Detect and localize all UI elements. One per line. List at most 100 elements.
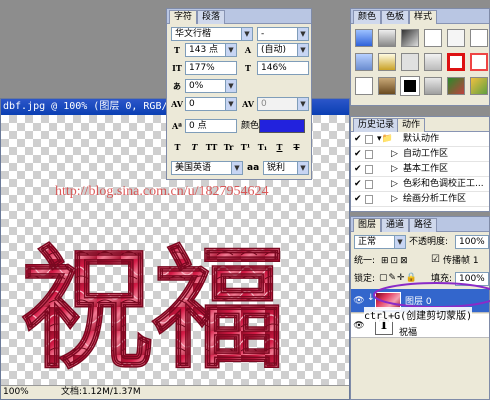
- unify-icons[interactable]: ⊞⊡⊠: [381, 255, 410, 267]
- folder-icon: ▾📁: [377, 134, 393, 144]
- tab-actions[interactable]: 动作: [397, 118, 426, 132]
- action-row[interactable]: ✔ ▷ 色彩和色调校正工...: [351, 178, 489, 192]
- style-swatch[interactable]: [424, 53, 442, 71]
- layer-name[interactable]: 祝福: [399, 325, 417, 338]
- triangle-right-icon: ▷: [391, 164, 398, 174]
- all-caps-button[interactable]: TT: [205, 141, 218, 153]
- styles-panel: 颜色 色板 样式: [350, 8, 490, 106]
- superscript-button[interactable]: T¹: [239, 141, 252, 153]
- chevron-down-icon: ▼: [394, 236, 405, 248]
- subscript-button[interactable]: T₁: [256, 141, 269, 153]
- style-swatch[interactable]: [401, 53, 419, 71]
- tracking-field[interactable]: 0% ▼: [185, 79, 237, 93]
- action-label: 自动工作区: [403, 149, 449, 159]
- action-label: 色彩和色调校正工...: [403, 179, 484, 189]
- actions-tabs: 历史记录 动作: [351, 117, 489, 132]
- dialog-toggle-box: [365, 195, 373, 204]
- chevron-down-icon: ▼: [225, 98, 236, 110]
- checkmark-icon[interactable]: ✔: [354, 133, 362, 146]
- tab-swatches[interactable]: 色板: [381, 10, 410, 24]
- chevron-down-icon: ▼: [231, 162, 242, 174]
- dialog-toggle-box: [365, 135, 373, 144]
- propagate-label: 传播帧 1: [443, 256, 479, 266]
- font-family-select[interactable]: 华文行楷 ▼: [171, 27, 253, 41]
- style-swatch[interactable]: [400, 76, 420, 96]
- action-row[interactable]: ✔ ▷ 基本工作区: [351, 163, 489, 177]
- action-label: 绘画分析工作区: [403, 194, 467, 204]
- tab-layers[interactable]: 图层: [353, 218, 382, 232]
- action-row[interactable]: ✔ ▷ 自动工作区: [351, 148, 489, 162]
- opacity-field[interactable]: 100%: [455, 235, 489, 249]
- chevron-down-icon: ▼: [297, 162, 308, 174]
- character-tabs: 字符 段落: [167, 9, 311, 24]
- font-size-icon: T: [174, 45, 180, 55]
- document-size: 文档:1.12M/1.37M: [61, 387, 141, 397]
- triangle-right-icon: ▷: [391, 179, 398, 189]
- style-swatch[interactable]: [447, 77, 465, 95]
- character-panel: 字符 段落 华文行楷 ▼ - ▼ T 143 点 ▼ A (自动) ▼ IT 177% …: [166, 8, 312, 180]
- style-swatch[interactable]: [447, 53, 465, 71]
- antialias-select[interactable]: 锐利 ▼: [263, 161, 309, 175]
- checkmark-icon[interactable]: ✔: [354, 148, 362, 161]
- kerning-field[interactable]: 0 ▼: [185, 97, 237, 111]
- triangle-right-icon: ▷: [391, 149, 398, 159]
- style-swatch[interactable]: [355, 29, 373, 47]
- chevron-down-icon: ▼: [297, 44, 308, 56]
- style-swatch[interactable]: [355, 77, 373, 95]
- action-set-row[interactable]: ✔ ▾📁 默认动作: [351, 133, 489, 147]
- strikethrough-button[interactable]: T: [290, 141, 303, 153]
- font-style-select[interactable]: - ▼: [257, 27, 309, 41]
- action-label: 基本工作区: [403, 164, 449, 174]
- baseline-shift-field[interactable]: 0 点: [185, 119, 237, 133]
- triangle-right-icon: ▷: [391, 194, 398, 204]
- horizontal-scale-field[interactable]: 146%: [257, 61, 309, 75]
- chevron-down-icon: ▼: [225, 80, 236, 92]
- document-statusbar: 100% 文档:1.12M/1.37M: [1, 385, 349, 399]
- action-row[interactable]: ✔ ▷ 绘画分析工作区: [351, 193, 489, 207]
- baseline-shift-icon: Aª: [171, 121, 183, 131]
- faux-bold-button[interactable]: T: [171, 141, 184, 153]
- dialog-toggle-box: [365, 150, 373, 159]
- tab-character[interactable]: 字符: [169, 10, 198, 24]
- style-swatch[interactable]: [470, 77, 488, 95]
- leading-icon: A: [244, 45, 252, 55]
- underline-button[interactable]: T: [273, 141, 286, 153]
- chevron-down-icon: ▼: [297, 98, 308, 110]
- propagate-checkbox[interactable]: ☑: [431, 254, 440, 266]
- kerning-icon: AV: [171, 99, 183, 109]
- font-size-field[interactable]: 143 点 ▼: [185, 43, 237, 57]
- style-swatch[interactable]: [378, 29, 396, 47]
- style-swatch[interactable]: [378, 77, 396, 95]
- checkmark-icon[interactable]: ✔: [354, 178, 362, 191]
- checkmark-icon[interactable]: ✔: [354, 163, 362, 176]
- tab-styles[interactable]: 样式: [409, 10, 438, 24]
- style-swatch[interactable]: [424, 29, 442, 47]
- opacity-label: 不透明度:: [409, 237, 449, 247]
- style-swatch[interactable]: [424, 77, 442, 95]
- small-caps-button[interactable]: Tr: [222, 141, 235, 153]
- style-swatch[interactable]: [355, 53, 373, 71]
- blend-mode-select[interactable]: 正常 ▼: [354, 235, 406, 249]
- vertical-scale-field[interactable]: 177%: [185, 61, 237, 75]
- tab-paragraph[interactable]: 段落: [197, 10, 226, 24]
- style-swatch[interactable]: [447, 29, 465, 47]
- faux-italic-button[interactable]: T: [188, 141, 201, 153]
- antialias-icon: aa: [247, 163, 260, 173]
- kerning-alt-field[interactable]: 0 ▼: [257, 97, 309, 111]
- style-swatch[interactable]: [378, 53, 396, 71]
- style-swatch[interactable]: [401, 29, 419, 47]
- tab-history[interactable]: 历史记录: [353, 118, 400, 132]
- tab-channels[interactable]: 通道: [381, 218, 410, 232]
- actions-panel: 历史记录 动作 ✔ ▾📁 默认动作 ✔ ▷ 自动工作区 ✔ ▷ 基本工作区 ✔ …: [350, 116, 490, 212]
- leading-field[interactable]: (自动) ▼: [257, 43, 309, 57]
- annotation-text: ctrl+G(创建剪切蒙版): [364, 307, 473, 322]
- text-color-swatch[interactable]: [259, 119, 305, 133]
- language-select[interactable]: 美国英语 ▼: [171, 161, 243, 175]
- tab-color[interactable]: 颜色: [353, 10, 382, 24]
- style-swatch[interactable]: [470, 29, 488, 47]
- checkmark-icon[interactable]: ✔: [354, 193, 362, 206]
- zoom-level[interactable]: 100%: [3, 386, 29, 399]
- dialog-toggle-box: [365, 180, 373, 189]
- style-swatch[interactable]: [470, 53, 488, 71]
- tab-paths[interactable]: 路径: [409, 218, 438, 232]
